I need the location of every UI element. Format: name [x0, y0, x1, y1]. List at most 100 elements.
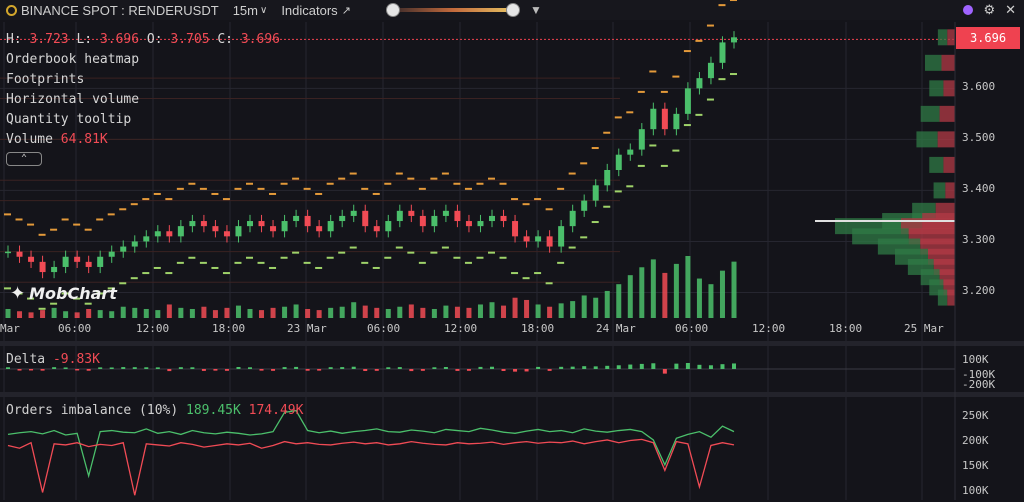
bid-level — [453, 256, 461, 259]
ask-level — [292, 177, 300, 180]
delta-bar — [317, 369, 322, 371]
imbalance-pane-title: Orders imbalance (10%) 189.45K 174.49K — [6, 403, 303, 418]
delta-bar — [17, 369, 22, 371]
delta-bar — [98, 367, 103, 369]
delta-bar — [708, 365, 713, 369]
imbalance-tick: 100K — [962, 484, 989, 497]
volume-bar — [385, 308, 391, 318]
ask-level — [234, 187, 242, 190]
bid-level — [222, 272, 230, 275]
bid-level — [522, 277, 530, 280]
candle — [512, 221, 519, 237]
volume-bar — [316, 310, 322, 318]
legend-item-footprints[interactable]: Footprints — [6, 70, 280, 90]
volume-bar — [408, 304, 414, 318]
volume-bar — [616, 284, 622, 318]
ask-level — [545, 208, 553, 211]
ask-level — [130, 203, 138, 206]
candle — [143, 236, 150, 242]
ask-level — [84, 228, 92, 231]
candle — [650, 108, 657, 130]
volume-bar — [673, 263, 679, 318]
bid-level — [119, 282, 127, 285]
volume-bar — [650, 259, 656, 318]
delta-bar — [478, 366, 483, 369]
delta-pane-title: Delta -9.83K — [6, 352, 100, 367]
volume-profile-bid — [933, 182, 946, 199]
delta-bar — [616, 365, 621, 369]
delta-bar — [559, 366, 564, 369]
volume-bar — [581, 295, 587, 318]
candle — [212, 226, 219, 232]
ask-level — [165, 198, 173, 201]
pane-separator — [0, 341, 1024, 346]
legend-item-volume[interactable]: Volume 64.81K — [6, 130, 280, 150]
delta-bar — [109, 367, 114, 369]
volume-bar — [708, 284, 714, 318]
candle — [442, 210, 449, 216]
legend-item-orderbook-heatmap[interactable]: Orderbook heatmap — [6, 50, 280, 70]
volume-bar — [397, 306, 403, 318]
volume-bar — [604, 290, 610, 318]
candle — [638, 129, 645, 150]
volume-bar — [109, 311, 115, 318]
bid-level — [257, 261, 265, 264]
ask-level — [372, 192, 380, 195]
time-tick: 23 Mar — [287, 322, 327, 335]
delta-bar — [536, 366, 541, 369]
price-tick: 3.300 — [962, 233, 996, 246]
volume-bar — [627, 275, 633, 318]
volume-bar — [305, 308, 311, 318]
ask-level — [660, 90, 668, 93]
last-price-tag: 3.696 — [956, 27, 1020, 49]
price-tick: 3.500 — [962, 131, 996, 144]
volume-bar — [270, 307, 276, 318]
ask-level — [730, 0, 737, 2]
c-value: 3.696 — [240, 32, 280, 47]
ask-level — [361, 187, 369, 190]
delta-bar — [501, 369, 506, 371]
bid-level — [234, 261, 242, 264]
delta-bar — [75, 369, 80, 371]
candle — [454, 210, 461, 222]
delta-bar — [513, 369, 518, 372]
candle — [408, 210, 415, 216]
bid-level — [384, 256, 392, 259]
candle — [350, 210, 357, 216]
bid-level — [545, 282, 553, 285]
delta-bar — [224, 369, 229, 371]
bid-level — [499, 256, 507, 259]
ask-level — [38, 233, 46, 236]
mobchart-logo: ✦ MobChart — [10, 283, 117, 304]
volume-bar — [431, 308, 437, 318]
candle — [535, 236, 542, 242]
bid-level — [292, 251, 300, 254]
legend-item-quantity-tooltip[interactable]: Quantity tooltip — [6, 110, 280, 130]
bid-level — [476, 256, 484, 259]
ask-level — [73, 223, 81, 226]
volume-bar — [570, 301, 576, 318]
candle — [362, 210, 369, 227]
legend-item-horizontal-volume[interactable]: Horizontal volume — [6, 90, 280, 110]
delta-bar — [685, 363, 690, 369]
logo-mark-icon: ✦ — [10, 283, 26, 304]
delta-bar — [605, 365, 610, 369]
ask-level — [683, 50, 691, 53]
delta-bar — [374, 369, 379, 371]
candle — [327, 221, 334, 232]
bid-level — [672, 149, 680, 152]
candle — [684, 88, 691, 114]
imbalance-tick: 250K — [962, 409, 989, 422]
price-tick: 3.400 — [962, 182, 996, 195]
time-tick: 06:00 — [675, 322, 709, 335]
volume-bar — [293, 304, 299, 318]
delta-bar — [305, 369, 310, 371]
volume-bar — [524, 299, 530, 318]
collapse-legend-button[interactable]: ⌃ — [6, 152, 42, 166]
delta-bar — [570, 366, 575, 369]
candle — [189, 221, 196, 227]
volume-bar — [466, 307, 472, 318]
volume-bar — [501, 305, 507, 318]
volume-bar — [489, 302, 495, 318]
time-tick: 18:00 — [829, 322, 863, 335]
